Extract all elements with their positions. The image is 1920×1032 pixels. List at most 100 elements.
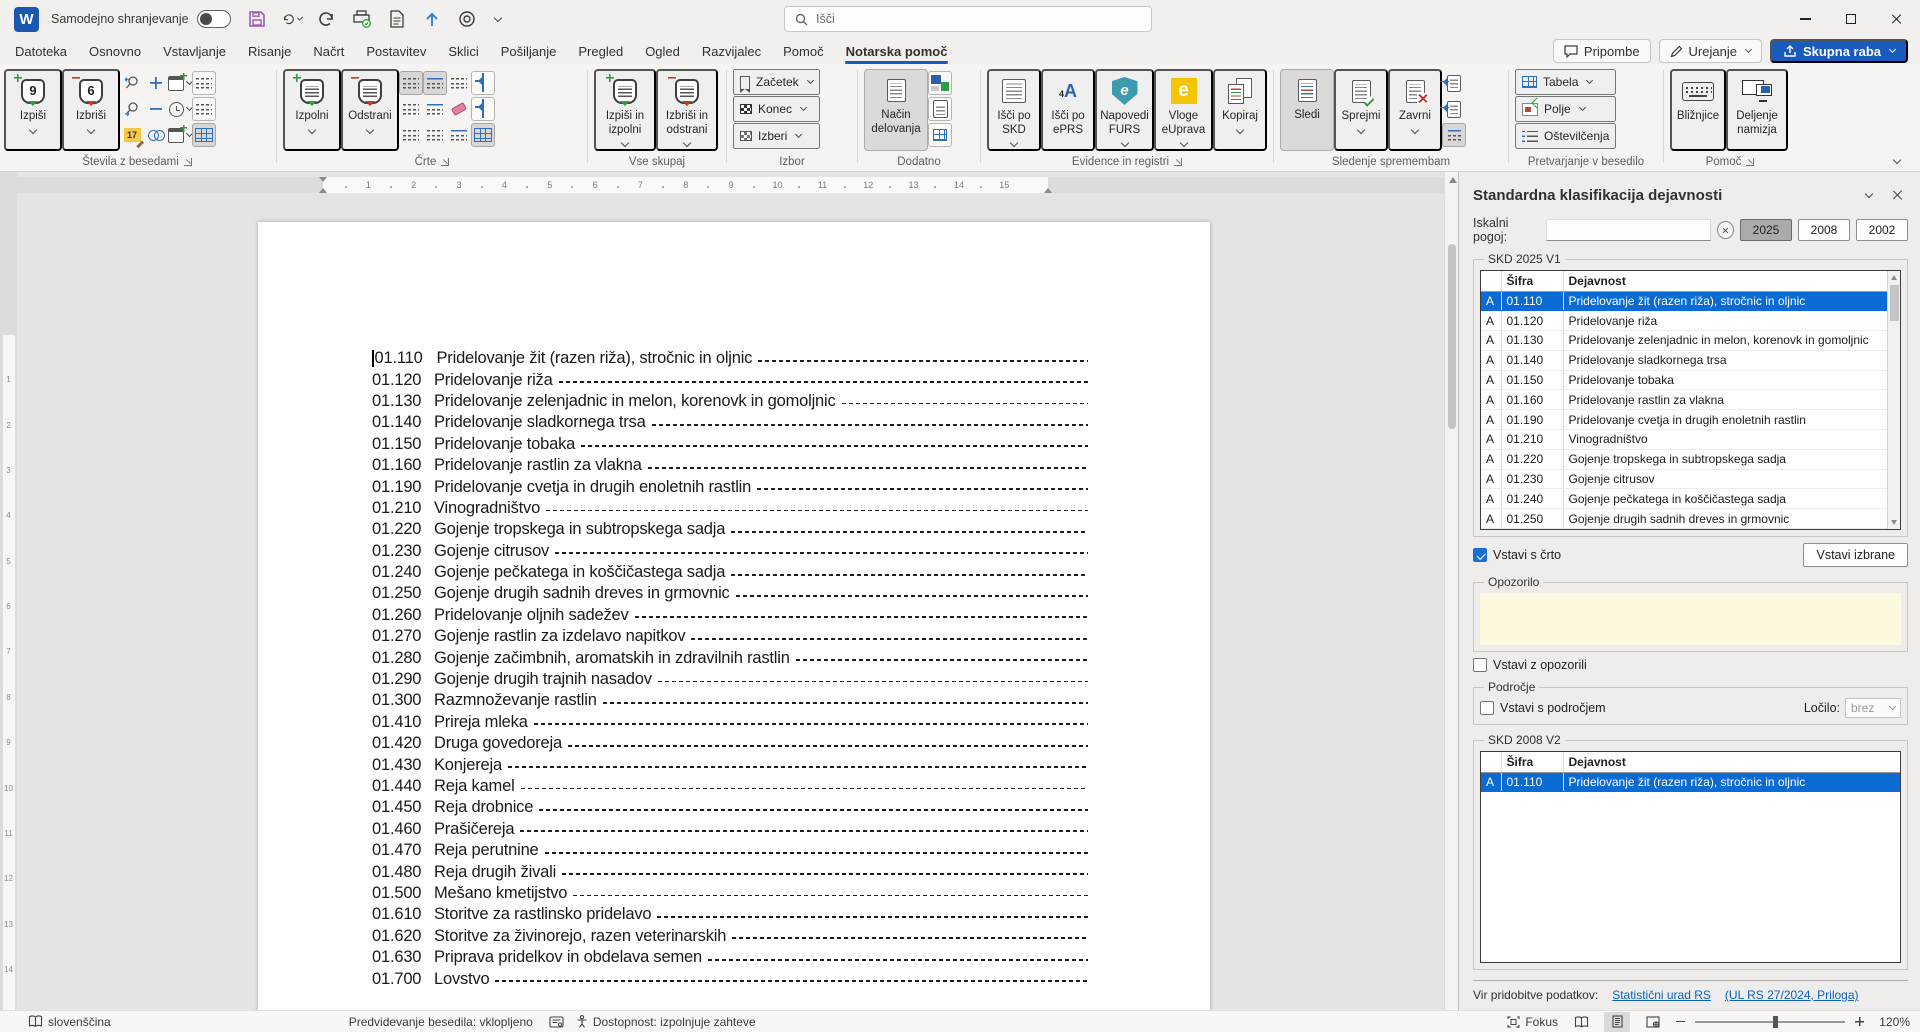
izpisi-in-izpolni-button[interactable]: Izpiši in izpolni <box>594 69 656 151</box>
deljenje-namizja-button[interactable]: Deljenje namizja <box>1726 69 1788 151</box>
next-change-icon[interactable] <box>1442 97 1466 121</box>
prediction-settings[interactable] <box>549 1016 564 1028</box>
napovedi-furs-button[interactable]: e Napovedi FURS <box>1095 69 1154 151</box>
line-numbering-icon[interactable] <box>423 97 447 121</box>
search-input[interactable]: Išči <box>784 6 1152 32</box>
vstavi-s-crto-checkbox[interactable] <box>1473 548 1487 562</box>
read-mode-button[interactable] <box>1568 1012 1594 1032</box>
document-line[interactable]: 01.260Pridelovanje oljnih sadežev <box>372 605 1088 626</box>
undo-icon[interactable] <box>282 9 302 29</box>
web-layout-button[interactable] <box>1640 1012 1666 1032</box>
table-insert-left-icon[interactable] <box>471 71 495 95</box>
table-row[interactable]: A01.230Gojenje citrusov <box>1481 469 1887 489</box>
calendar-add-icon[interactable] <box>168 71 192 95</box>
document-line[interactable]: 01.120Pridelovanje riža <box>372 369 1088 390</box>
isci-po-eprs-button[interactable]: 4A Išči po ePRS <box>1041 69 1095 151</box>
document-line[interactable]: 01.250Gojenje drugih sadnih dreves in gr… <box>372 583 1088 604</box>
focus-mode-button[interactable]: Fokus <box>1507 1015 1558 1029</box>
minus-icon[interactable] <box>144 97 168 121</box>
ribbon-tab-postavitev[interactable]: Postavitev <box>355 38 437 64</box>
polje-button[interactable]: Polje <box>1515 96 1616 122</box>
izpolni-button[interactable]: Izpolni <box>283 69 341 151</box>
table-insert-right-icon[interactable] <box>471 97 495 121</box>
hanging-indent-marker[interactable] <box>319 188 327 193</box>
calendar-clock-icon[interactable] <box>168 123 192 147</box>
ribbon-tab-pomo-[interactable]: Pomoč <box>772 38 834 64</box>
scroll-up-icon[interactable] <box>1449 177 1457 183</box>
izpisi-button[interactable]: 9 Izpiši <box>4 69 62 151</box>
document-line[interactable]: 01.110Pridelovanje žit (razen riža), str… <box>372 348 1088 369</box>
ribbon-tab-pregled[interactable]: Pregled <box>567 38 634 64</box>
statistical-office-link[interactable]: Statistični urad RS <box>1612 988 1711 1002</box>
vloge-euprava-button[interactable]: e Vloge eUprava <box>1154 69 1213 151</box>
document-line[interactable]: 01.410Prireja mleka <box>372 712 1088 733</box>
dialog-launcher-icon[interactable] <box>1746 158 1754 166</box>
zoom-out-icon[interactable] <box>1676 1021 1685 1023</box>
year-2025-button[interactable]: 2025 <box>1740 219 1792 241</box>
table-row[interactable]: A01.150Pridelovanje tobaka <box>1481 370 1887 390</box>
ribbon-tab-ogled[interactable]: Ogled <box>634 38 691 64</box>
document-line[interactable]: 01.420Druga govedoreja <box>372 733 1088 754</box>
editing-mode-button[interactable]: Urejanje <box>1659 39 1762 63</box>
izbrisi-in-odstrani-button[interactable]: Izbriši in odstrani <box>656 69 718 151</box>
document-line[interactable]: 01.620Storitve za živinorejo, razen vete… <box>372 926 1088 947</box>
table-row[interactable]: A01.140Pridelovanje sladkornega trsa <box>1481 350 1887 370</box>
dialog-launcher-icon[interactable] <box>184 158 192 166</box>
year-2008-button[interactable]: 2008 <box>1798 219 1850 241</box>
document-scrollbar[interactable] <box>1444 172 1458 1010</box>
table-row[interactable]: A01.110Pridelovanje žit (razen riža), st… <box>1481 291 1887 311</box>
document-line[interactable]: 01.240Gojenje pečkatega in koščičastega … <box>372 562 1088 583</box>
document-line[interactable]: 01.190Pridelovanje cvetja in drugih enol… <box>372 476 1088 497</box>
ribbon-tab-sklici[interactable]: Sklici <box>437 38 489 64</box>
collapse-ribbon-icon[interactable] <box>1893 156 1901 164</box>
ribbon-tab-risanje[interactable]: Risanje <box>237 38 302 64</box>
document-line[interactable]: 01.300Razmnoževanje rastlin <box>372 690 1088 711</box>
table-refresh-icon[interactable] <box>928 123 952 147</box>
table-row[interactable]: A01.120Pridelovanje riža <box>1481 311 1887 331</box>
search-condition-input[interactable] <box>1546 219 1711 241</box>
ribbon-tab-osnovno[interactable]: Osnovno <box>78 38 152 64</box>
line-indent-icon[interactable] <box>423 71 447 95</box>
ribbon-tab-razvijalec[interactable]: Razvijalec <box>691 38 772 64</box>
tabela-button[interactable]: Tabela <box>1515 69 1616 95</box>
ribbon-tab-na-rt[interactable]: Načrt <box>302 38 355 64</box>
page-settings-icon[interactable] <box>928 97 952 121</box>
odstrani-button[interactable]: Odstrani <box>341 69 399 151</box>
ribbon-tab-notarska-pomo-[interactable]: Notarska pomoč <box>835 38 959 64</box>
upload-arrow-icon[interactable] <box>422 9 442 29</box>
document-line[interactable]: 01.150Pridelovanje tobaka <box>372 434 1088 455</box>
more-commands-icon[interactable] <box>493 13 501 21</box>
year-2002-button[interactable]: 2002 <box>1856 219 1908 241</box>
table-row[interactable]: A01.210Vinogradništvo <box>1481 430 1887 450</box>
document-line[interactable]: 01.220Gojenje tropskega in subtropskega … <box>372 519 1088 540</box>
bullseye-icon[interactable] <box>457 9 477 29</box>
color-blocks-icon[interactable] <box>928 71 952 95</box>
document-line[interactable]: 01.500Mešano kmetijstvo <box>372 883 1088 904</box>
zoom-in-icon[interactable] <box>1855 1017 1864 1026</box>
document-line[interactable]: 01.280Gojenje začimbnih, aromatskih in z… <box>372 647 1088 668</box>
plus-icon[interactable] <box>144 71 168 95</box>
vstavi-s-podrocjem-checkbox[interactable] <box>1480 701 1494 715</box>
search-back-icon[interactable] <box>120 71 144 95</box>
isci-po-skd-button[interactable]: Išči po SKD <box>987 69 1041 151</box>
clear-search-icon[interactable] <box>1717 221 1734 239</box>
zoom-slider-thumb[interactable] <box>1773 1016 1778 1028</box>
bliznjice-button[interactable]: Bližnjice <box>1670 69 1726 151</box>
accessibility-status[interactable]: Dostopnost: izpolnjuje zahteve <box>576 1015 756 1029</box>
dotted-line-style-icon[interactable] <box>399 97 423 121</box>
document-line[interactable]: 01.160Pridelovanje rastlin za vlakna <box>372 455 1088 476</box>
first-line-indent-marker[interactable] <box>319 177 327 182</box>
redo-icon[interactable] <box>317 9 337 29</box>
markup-icon[interactable] <box>1442 123 1466 147</box>
print-preview-icon[interactable] <box>352 9 372 29</box>
line-compact-icon[interactable] <box>423 123 447 147</box>
document-line[interactable]: 01.290Gojenje drugih trajnih nasadov <box>372 669 1088 690</box>
konec-button[interactable]: Konec <box>733 96 820 122</box>
ostevilcenja-button[interactable]: Oštevilčenja <box>1515 123 1616 149</box>
kopiraj-button[interactable]: Kopiraj <box>1213 69 1267 151</box>
document-line[interactable]: 01.270Gojenje rastlin za izdelavo napitk… <box>372 626 1088 647</box>
save-icon[interactable] <box>247 9 267 29</box>
table-row[interactable]: A01.130Pridelovanje zelenjadnic in melon… <box>1481 331 1887 351</box>
document-line[interactable]: 01.470Reja perutnine <box>372 840 1088 861</box>
text-prediction-status[interactable]: Predvidevanje besedila: vklopljeno <box>349 1015 533 1029</box>
